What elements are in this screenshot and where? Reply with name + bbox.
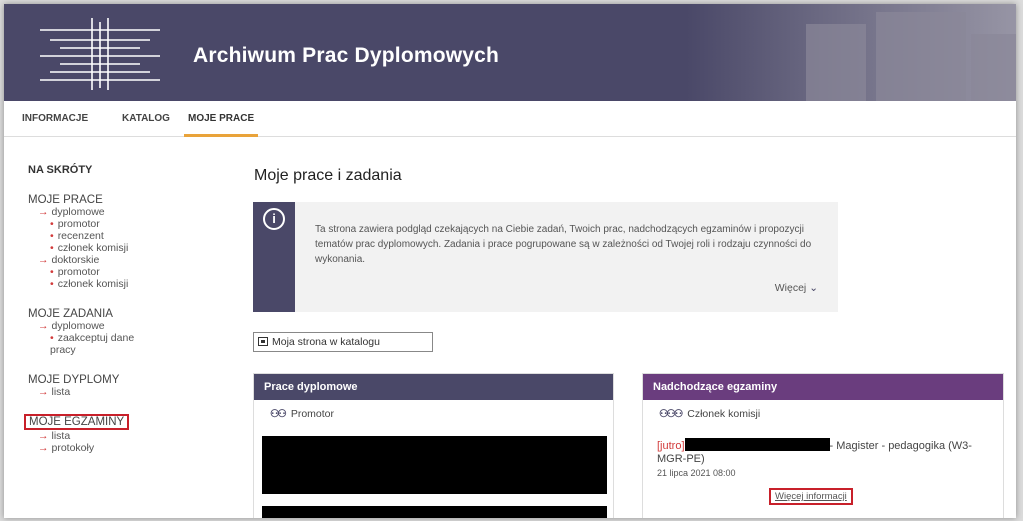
redacted-block	[262, 506, 607, 518]
top-nav: INFORMACJE KATALOG MOJE PRACE	[4, 101, 1016, 137]
nav-informacje[interactable]: INFORMACJE	[22, 101, 88, 137]
sidebar-section-moje-dyplomy[interactable]: MOJE DYPLOMY	[28, 374, 188, 386]
bullet-icon: •	[50, 230, 54, 242]
exam-date: 21 lipca 2021 08:00	[657, 468, 736, 478]
bullet-icon: •	[50, 218, 54, 230]
sidebar-link-protokoly[interactable]: → protokoły	[28, 442, 188, 454]
sidebar-link-dyplomowe[interactable]: → dyplomowe	[28, 206, 188, 218]
info-icon: i	[263, 208, 285, 230]
arrow-right-icon: →	[38, 206, 49, 218]
catalog-page-button[interactable]: Moja strona w katalogu	[253, 332, 433, 352]
sidebar-link-doktorskie-czlonek[interactable]: • członek komisji	[28, 278, 188, 290]
bullet-icon: •	[50, 278, 54, 290]
sidebar: NA SKRÓTY MOJE PRACE → dyplomowe • promoto…	[24, 164, 188, 454]
sidebar-link-recenzent[interactable]: • recenzent	[28, 230, 188, 242]
page-title: Moje prace i zadania	[254, 167, 402, 184]
arrow-right-icon: →	[38, 320, 49, 332]
profile-card-icon	[258, 337, 268, 346]
sidebar-link-promotor[interactable]: • promotor	[28, 218, 188, 230]
chevron-down-icon: ⌄	[809, 282, 818, 294]
sidebar-section-moje-egzaminy[interactable]: MOJE EGZAMINY	[24, 414, 188, 430]
nav-katalog[interactable]: KATALOG	[122, 101, 170, 137]
info-box: i Ta strona zawiera podgląd czekających …	[253, 202, 838, 312]
app-title[interactable]: Archiwum Prac Dyplomowych	[193, 44, 499, 68]
theses-panel-title: Prace dyplomowe	[254, 374, 613, 400]
bullet-icon: •	[50, 242, 54, 254]
exams-panel: Nadchodzące egzaminy ⚇⚇⚇ Członek komisji …	[642, 373, 1004, 518]
more-info-link[interactable]: Więcej informacji	[769, 488, 853, 505]
sidebar-link-zadania-dyplomowe[interactable]: → dyplomowe	[28, 320, 188, 332]
site-header: Archiwum Prac Dyplomowych	[4, 4, 1016, 101]
nav-moje-prace[interactable]: MOJE PRACE	[184, 101, 259, 137]
bullet-icon: •	[50, 332, 54, 344]
sidebar-link-doktorskie[interactable]: → doktorskie	[28, 254, 188, 266]
sidebar-link-doktorskie-promotor[interactable]: • promotor	[28, 266, 188, 278]
sidebar-link-egzaminy-lista[interactable]: → lista	[28, 430, 188, 442]
people-icon: ⚇⚇⚇	[659, 408, 683, 420]
sidebar-link-zaakceptuj[interactable]: • zaakceptuj dane pracy	[28, 332, 158, 356]
redacted-name	[684, 438, 830, 451]
logo-icon[interactable]	[40, 18, 160, 90]
arrow-right-icon: →	[38, 386, 49, 398]
arrow-right-icon: →	[38, 254, 49, 266]
sidebar-section-moje-prace[interactable]: MOJE PRACE	[28, 194, 188, 206]
exams-panel-title: Nadchodzące egzaminy	[643, 374, 1003, 400]
sidebar-link-czlonek-komisji[interactable]: • członek komisji	[28, 242, 188, 254]
theses-panel: Prace dyplomowe ⚇⚇ Promotor	[253, 373, 614, 518]
theses-role: ⚇⚇ Promotor	[270, 408, 335, 420]
sidebar-section-moje-zadania[interactable]: MOJE ZADANIA	[28, 308, 188, 320]
sidebar-link-dyplomy-lista[interactable]: → lista	[28, 386, 188, 398]
header-building-photo	[686, 4, 1016, 101]
highlight-box: MOJE EGZAMINY	[24, 414, 130, 430]
info-more-toggle[interactable]: Więcej ⌄	[775, 282, 818, 294]
browser-page: Archiwum Prac Dyplomowych INFORMACJE KAT…	[4, 4, 1016, 518]
exam-entry[interactable]: [jutro] - Magister - pedagogika (W3-MGR-P…	[657, 438, 997, 466]
redacted-block	[262, 436, 607, 494]
sidebar-heading: NA SKRÓTY	[28, 164, 93, 176]
arrow-right-icon: →	[38, 442, 49, 454]
info-text: Ta strona zawiera podgląd czekających na…	[315, 224, 812, 265]
bullet-icon: •	[50, 266, 54, 278]
exams-role: ⚇⚇⚇ Członek komisji	[659, 408, 761, 420]
exam-tag: [jutro]	[657, 440, 685, 452]
arrow-right-icon: →	[38, 430, 49, 442]
people-icon: ⚇⚇	[270, 408, 287, 420]
